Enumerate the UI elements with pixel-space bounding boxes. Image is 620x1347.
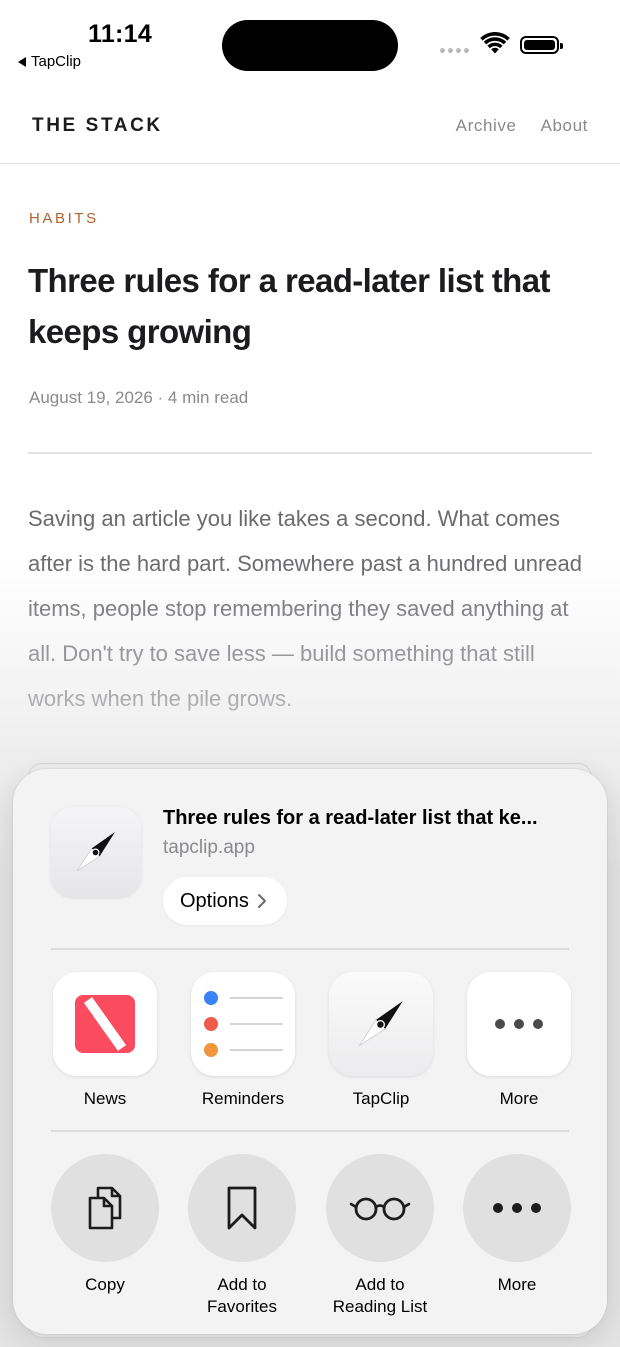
action-label: Add to Reading List [332,1275,428,1316]
back-to-app-button[interactable]: TapClip [18,53,81,70]
more-dots-icon [463,1154,571,1262]
action-label: Add to Favorites [207,1275,277,1316]
nav-about-link[interactable]: About [541,116,588,136]
article-category[interactable]: HABITS [29,210,99,227]
glasses-icon-circle [326,1154,434,1262]
share-app-label: More [499,1089,539,1108]
share-app-label: TapClip [352,1089,410,1108]
sheet-separator [51,1130,569,1132]
action-add-to-reading-list[interactable]: Add to Reading List [326,1154,434,1318]
nav-archive-link[interactable]: Archive [456,116,517,136]
action-label: More [497,1275,537,1294]
article-meta: August 19, 2026 · 4 min read [29,388,249,407]
copy-icon-circle [51,1154,159,1262]
more-dots-icon [467,972,571,1076]
share-preview-title: Three rules for a read-later list that k… [163,807,538,829]
back-app-label: TapClip [31,53,82,70]
share-app-reminders[interactable]: Reminders [191,972,295,1109]
compass-icon [76,832,115,872]
news-icon [53,972,157,1076]
action-add-to-favorites[interactable]: Add to Favorites [188,1154,296,1318]
share-app-label: Reminders [201,1089,285,1108]
share-action-row: Copy Add toFavorites Add toReading Lis [51,1154,571,1316]
back-triangle-icon [18,56,26,67]
status-bar: 11:14 TapClip [0,0,620,80]
share-sheet: Three rules for a read-later list that k… [13,769,607,1334]
dynamic-island [222,20,398,71]
glasses-icon [349,1197,411,1221]
chevron-right-icon [257,894,266,908]
reminders-icon [191,972,295,1076]
bookmark-icon [227,1186,257,1230]
wifi-icon [480,32,510,54]
action-label: Copy [85,1275,125,1294]
copy-icon [88,1186,122,1230]
preview-app-icon [51,807,141,897]
bookmark-icon-circle [188,1154,296,1262]
options-label: Options [180,889,249,912]
share-app-news[interactable]: News [53,972,157,1109]
compass-icon [329,972,433,1076]
cellular-signal-icon [440,48,469,53]
article-divider [28,452,592,454]
site-brand[interactable]: THE STACK [32,115,163,137]
action-copy[interactable]: Copy [51,1154,159,1296]
site-nav: Archive About [456,116,588,136]
site-header: THE STACK Archive About [0,96,620,164]
options-button[interactable]: Options [163,877,287,925]
share-preview-url: tapclip.app [163,837,255,858]
share-app-label: News [83,1089,127,1108]
share-app-row: News Reminders TapClip More [53,972,573,1112]
share-app-more[interactable]: More [467,972,571,1109]
action-more[interactable]: More [463,1154,571,1296]
battery-icon [520,36,563,54]
article-title: Three rules for a read-later list that k… [28,262,550,350]
sheet-separator [51,948,569,950]
share-app-tapclip[interactable]: TapClip [329,972,433,1109]
status-time: 11:14 [88,20,153,48]
